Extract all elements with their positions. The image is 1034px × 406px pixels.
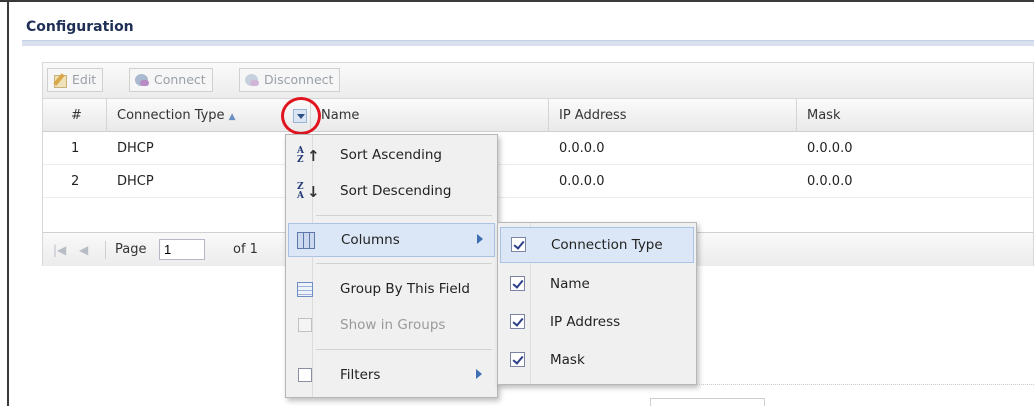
disconnect-button[interactable]: Disconnect <box>239 68 341 92</box>
cell-connection-type: DHCP <box>117 141 154 156</box>
checkbox-checked-icon[interactable] <box>510 352 525 367</box>
column-toggle-connection-type[interactable]: Connection Type <box>500 227 694 263</box>
submenu-arrow-icon <box>477 234 483 244</box>
menu-separator <box>316 215 492 216</box>
header-name[interactable]: Name <box>311 99 549 132</box>
checkbox-checked-icon[interactable] <box>511 237 526 252</box>
cell-mask: 0.0.0.0 <box>807 174 853 189</box>
edit-button-label: Edit <box>72 72 97 87</box>
menu-item-label: Sort Descending <box>340 183 452 199</box>
page-label: Page <box>115 242 147 257</box>
cell-mask: 0.0.0.0 <box>807 141 853 156</box>
submenu-item-label: Connection Type <box>551 237 663 253</box>
menu-item-filters[interactable]: Filters <box>288 359 495 393</box>
submenu-item-label: Name <box>550 276 590 292</box>
menu-item-label: Group By This Field <box>340 281 470 297</box>
columns-icon <box>297 232 315 249</box>
column-toggle-name[interactable]: Name <box>500 267 694 303</box>
menu-item-label: Filters <box>340 367 381 383</box>
prev-page-icon[interactable]: ◀ <box>79 243 88 257</box>
group-icon <box>297 282 313 297</box>
table-row[interactable]: 1 DHCP 0.0.0.0 0.0.0.0 <box>43 132 1033 165</box>
menu-item-label: Columns <box>341 232 400 248</box>
menu-item-group-by[interactable]: Group By This Field <box>288 273 495 307</box>
header-number[interactable]: # <box>43 99 107 132</box>
menu-item-label: Show in Groups <box>340 317 446 333</box>
page-number-input[interactable] <box>159 239 205 260</box>
cell-number: 2 <box>71 174 80 189</box>
disconnect-button-label: Disconnect <box>264 72 334 87</box>
connect-button[interactable]: Connect <box>129 68 213 92</box>
menu-separator <box>316 263 492 264</box>
table-row[interactable]: 2 DHCP 0.0.0.0 0.0.0.0 <box>43 165 1033 198</box>
background-panel-edge <box>650 398 765 406</box>
checkbox-checked-icon[interactable] <box>510 314 525 329</box>
header-ip-address[interactable]: IP Address <box>549 99 797 132</box>
header-mask[interactable]: Mask <box>797 99 1033 132</box>
section-title: Configuration <box>26 19 134 35</box>
edit-icon <box>52 72 68 88</box>
column-toggle-mask[interactable]: Mask <box>500 343 694 379</box>
grid-header: # Connection Type ▲ Name IP Address Mask <box>43 99 1033 132</box>
menu-item-columns[interactable]: Columns <box>288 223 495 257</box>
checkbox-icon[interactable] <box>298 368 312 382</box>
checkbox-checked-icon[interactable] <box>510 276 525 291</box>
header-mask-label: Mask <box>807 108 841 123</box>
window-top-border <box>0 0 1034 4</box>
connect-button-label: Connect <box>154 72 206 87</box>
first-page-icon[interactable]: |◀ <box>53 243 66 257</box>
disconnect-icon <box>244 72 260 88</box>
sort-ascending-icon: A Z ↑ <box>297 146 320 166</box>
pager-divider <box>105 241 106 259</box>
toolbar: Edit Connect Disconnect <box>42 62 1034 98</box>
columns-submenu: Connection Type Name IP Address Mask <box>497 222 697 385</box>
menu-separator <box>316 349 492 350</box>
connect-icon <box>134 72 150 88</box>
menu-item-sort-descending[interactable]: Z A ↓ Sort Descending <box>288 175 495 209</box>
submenu-arrow-icon <box>476 369 482 379</box>
submenu-item-label: Mask <box>550 352 585 368</box>
sort-ascending-indicator-icon: ▲ <box>228 112 236 122</box>
submenu-item-label: IP Address <box>550 314 621 330</box>
header-number-label: # <box>71 108 82 123</box>
checkbox-icon <box>298 318 312 332</box>
menu-item-label: Sort Ascending <box>340 147 442 163</box>
header-connection-type-label: Connection Type <box>117 108 225 123</box>
cell-number: 1 <box>71 141 80 156</box>
highlight-circle-annotation <box>281 97 321 135</box>
cell-connection-type: DHCP <box>117 174 154 189</box>
menu-item-show-in-groups: Show in Groups <box>288 309 495 343</box>
cell-ip-address: 0.0.0.0 <box>559 141 605 156</box>
column-toggle-ip-address[interactable]: IP Address <box>500 305 694 341</box>
cell-ip-address: 0.0.0.0 <box>559 174 605 189</box>
column-menu: A Z ↑ Sort Ascending Z A ↓ Sort Descending C… <box>285 134 498 398</box>
menu-item-sort-ascending[interactable]: A Z ↑ Sort Ascending <box>288 139 495 173</box>
page-total-label: of 1 <box>233 242 258 257</box>
section-divider <box>22 40 1034 46</box>
window-left-border <box>7 0 9 406</box>
edit-button[interactable]: Edit <box>47 68 104 92</box>
header-ip-address-label: IP Address <box>559 108 627 123</box>
background-divider <box>697 384 1034 385</box>
sort-descending-icon: Z A ↓ <box>297 182 320 202</box>
header-name-label: Name <box>321 108 360 123</box>
